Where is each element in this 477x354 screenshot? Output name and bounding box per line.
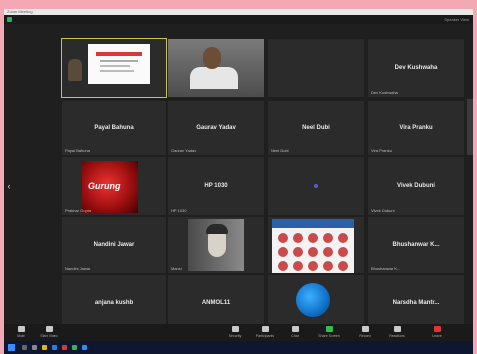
participant-name: Payal Bahuna <box>94 125 134 132</box>
participant-name: Narsdha Mantr... <box>392 300 440 307</box>
participant-caption: Vivek Dubuni <box>371 208 395 213</box>
view-switch[interactable]: Speaker View <box>444 15 469 24</box>
encryption-shield-icon[interactable] <box>7 17 12 22</box>
participant-caption: Vira Pranku <box>371 148 392 153</box>
participant-caption: Nandini Jawar <box>65 266 91 271</box>
mic-icon <box>17 326 25 332</box>
participants-icon <box>261 326 269 332</box>
leave-button[interactable]: Leave <box>424 325 450 340</box>
participant-tile-blank[interactable] <box>268 39 364 97</box>
reactions-button[interactable]: Reactions <box>384 325 410 340</box>
participant-caption: Mansi <box>171 266 182 271</box>
logo-text: Gurung <box>88 181 121 191</box>
task-view-icon[interactable] <box>32 345 37 350</box>
participant-name: Vira Pranku <box>399 125 433 132</box>
participant-caption: HP 1030 <box>171 208 187 213</box>
presenter-thumbnail <box>68 59 82 81</box>
shield-icon <box>231 326 239 332</box>
participant-tile-poster[interactable] <box>268 217 364 273</box>
zoom-app-icon[interactable] <box>82 345 87 350</box>
participant-name: Gaurav Yadav <box>196 125 236 132</box>
participant-name: HP 1030 <box>204 183 228 190</box>
browser-icon[interactable] <box>52 345 57 350</box>
participant-caption: Dev Kushwaha <box>371 90 398 95</box>
chat-button[interactable]: Chat <box>282 325 308 340</box>
file-explorer-icon[interactable] <box>42 345 47 350</box>
participant-tile-logo[interactable]: Gurung Prakhar Gupta <box>62 157 166 215</box>
os-taskbar <box>4 341 473 354</box>
video-icon <box>45 326 53 332</box>
participant-name: Vivek Dubuni <box>397 183 435 190</box>
profile-photo <box>188 219 244 271</box>
participant-caption: Bhushanwar K... <box>371 266 401 271</box>
participant-tile-camera[interactable] <box>168 39 264 97</box>
share-screen-icon <box>325 326 333 332</box>
participant-tile[interactable]: Dev Kushwaha Dev Kushwaha <box>368 39 464 97</box>
gallery-scrollbar[interactable] <box>467 99 473 155</box>
prev-page-arrow-icon[interactable]: ‹ <box>5 179 13 193</box>
participant-tile[interactable]: ANMOL11 ANMOL11 <box>168 275 264 331</box>
record-icon <box>361 326 369 332</box>
leave-icon <box>433 326 441 332</box>
share-screen-button[interactable]: Share Screen <box>316 325 342 340</box>
participant-tile[interactable]: Bhushanwar K... Bhushanwar K... <box>368 217 464 273</box>
participant-tile[interactable]: Vira Pranku Vira Pranku <box>368 101 464 155</box>
start-video-button[interactable]: Start Video <box>36 325 62 340</box>
participant-tile-portrait[interactable]: Mansi <box>168 217 264 273</box>
slide-heading-bar <box>96 52 142 56</box>
participant-caption: Neel Dubi <box>271 148 289 153</box>
participant-tile[interactable]: anjana kushb anjana kushb <box>62 275 166 331</box>
participant-tile[interactable] <box>268 157 364 215</box>
start-menu-icon[interactable] <box>8 344 15 351</box>
participant-caption: Gaurav Yadav <box>171 148 197 153</box>
participant-name: Dev Kushwaha <box>394 65 438 72</box>
participant-name: Neel Dubi <box>302 125 330 132</box>
participant-tile[interactable]: Vivek Dubuni Vivek Dubuni <box>368 157 464 215</box>
loading-dot-icon <box>314 184 318 188</box>
participant-caption: Prakhar Gupta <box>65 208 92 213</box>
participant-tile[interactable]: HP 1030 HP 1030 <box>168 157 264 215</box>
participant-tile[interactable]: Gaurav Yadav Gaurav Yadav <box>168 101 264 155</box>
participant-name: anjana kushb <box>94 300 134 307</box>
mute-button[interactable]: Mute <box>8 325 34 340</box>
participant-caption: Payal Bahuna <box>65 148 90 153</box>
participant-tile-globe[interactable] <box>268 275 364 331</box>
participant-tile[interactable]: Narsdha Mantr... Narsdha Mantr... <box>368 275 464 331</box>
reactions-icon <box>393 326 401 332</box>
profile-logo-image: Gurung <box>82 161 138 213</box>
participants-button[interactable]: Participants <box>252 325 278 340</box>
shared-slide <box>88 44 150 84</box>
meeting-topbar: Speaker View <box>4 15 473 24</box>
participant-tile-presenter[interactable] <box>61 38 167 98</box>
record-button[interactable]: Record <box>352 325 378 340</box>
search-icon[interactable] <box>22 345 27 350</box>
zoom-window: Zoom Meeting Speaker View ‹ Dev Kushwaha… <box>4 9 473 354</box>
profile-globe-image <box>296 283 330 317</box>
chat-icon <box>291 326 299 332</box>
participant-name: Bhushanwar K... <box>392 242 440 249</box>
profile-poster-image <box>272 219 354 273</box>
security-button[interactable]: Security <box>222 325 248 340</box>
participant-tile[interactable]: Payal Bahuna Payal Bahuna <box>62 101 166 155</box>
window-title: Zoom Meeting <box>7 9 33 14</box>
app-icon[interactable] <box>62 345 67 350</box>
participant-tile[interactable]: Nandini Jawar Nandini Jawar <box>62 217 166 273</box>
participant-name: ANMOL11 <box>201 300 231 307</box>
app-icon[interactable] <box>72 345 77 350</box>
camera-feed <box>168 39 264 97</box>
meeting-toolbar: Mute Start Video Security Participants C… <box>4 324 473 341</box>
participant-name: Nandini Jawar <box>93 242 135 249</box>
participant-tile[interactable]: Neel Dubi Neel Dubi <box>268 101 364 155</box>
